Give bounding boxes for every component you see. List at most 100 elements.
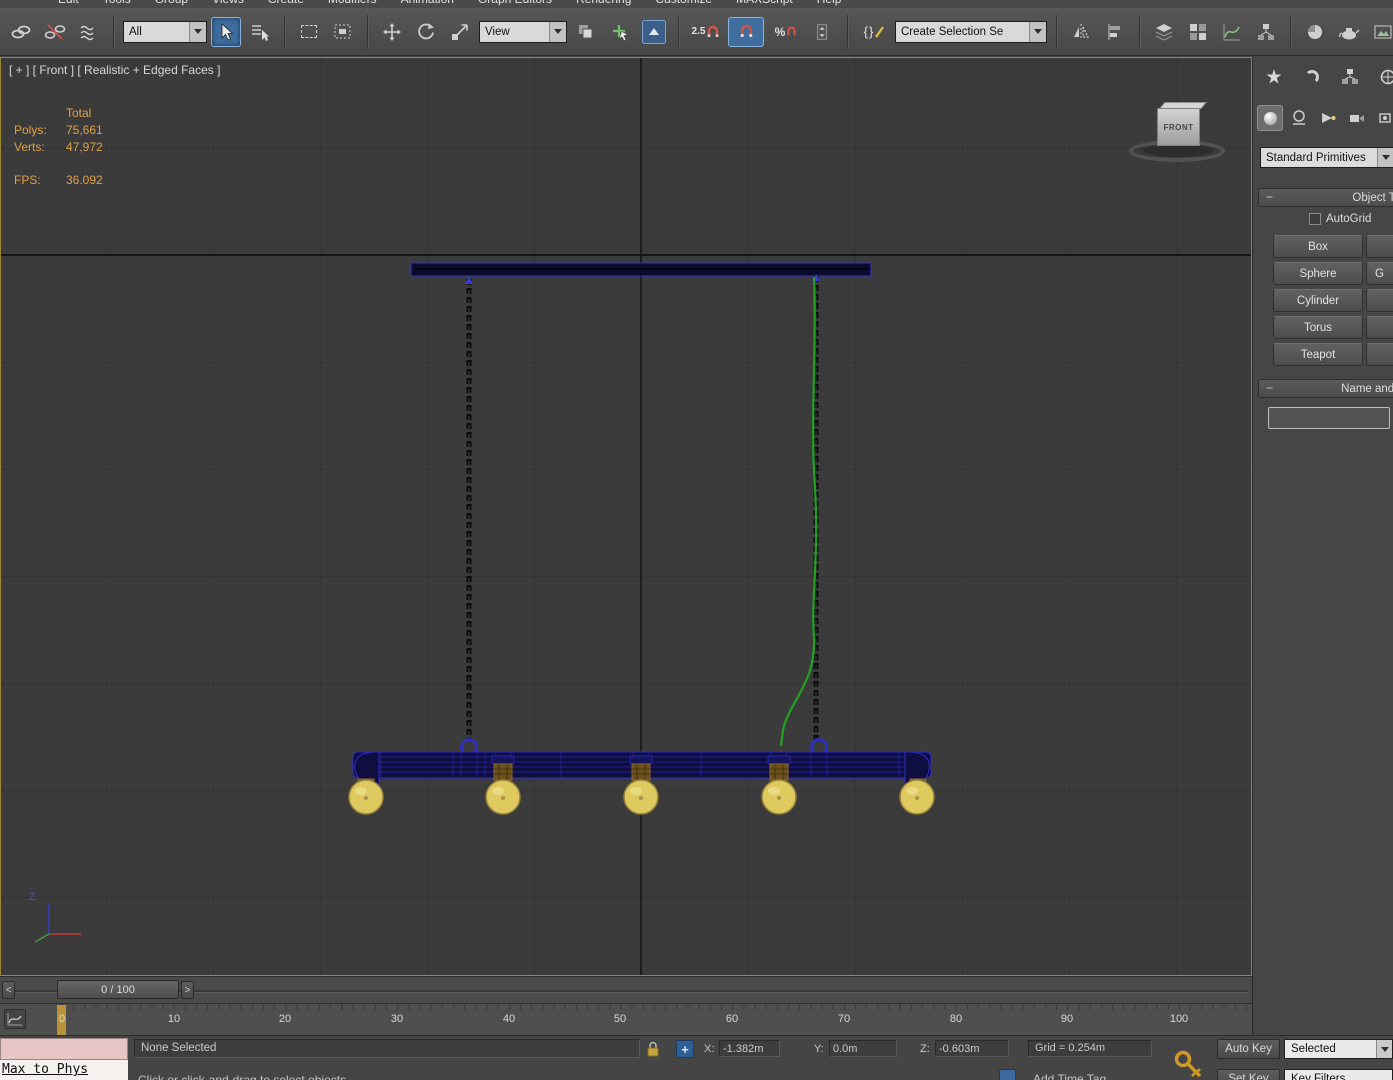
plane-button[interactable]: [1366, 343, 1393, 366]
set-keys-icon[interactable]: [1172, 1048, 1208, 1080]
frame-label: 80: [949, 1013, 963, 1025]
selection-filter-dropdown[interactable]: All: [123, 20, 207, 43]
menu-item-group[interactable]: Group: [155, 0, 188, 6]
cylinder-button-label: Cylinder: [1296, 294, 1340, 307]
macro-recorder-line[interactable]: [0, 1038, 128, 1060]
category-geometry-icon[interactable]: [1257, 105, 1283, 131]
name-and-color-rollout[interactable]: Name and Color: [1258, 379, 1393, 398]
viewport-label[interactable]: [ + ] [ Front ] [ Realistic + Edged Face…: [9, 63, 220, 77]
category-shapes-icon[interactable]: [1286, 105, 1312, 131]
selected-dropdown[interactable]: Selected: [1284, 1039, 1393, 1059]
window-crossing-toggle-icon[interactable]: [328, 17, 358, 47]
cone-button[interactable]: [1366, 235, 1393, 258]
y-coordinate-input[interactable]: [829, 1040, 897, 1057]
rectangular-selection-region-icon[interactable]: [294, 17, 324, 47]
select-and-move-icon[interactable]: [377, 17, 407, 47]
track-bar[interactable]: 0 10 20 30 40 50 60 70 80 90 100: [0, 1003, 1252, 1035]
stats-polys-value: 75,661: [66, 123, 103, 137]
graphite-modeling-tools-icon[interactable]: [1183, 17, 1213, 47]
stats-fps-label: FPS:: [14, 173, 41, 187]
category-cameras-icon[interactable]: [1344, 105, 1370, 131]
frame-label: 0: [58, 1013, 66, 1025]
menu-item-customize[interactable]: Customize: [655, 0, 712, 6]
geosphere-button[interactable]: G: [1366, 262, 1393, 285]
torus-button[interactable]: Torus: [1273, 316, 1363, 339]
modify-tab-icon[interactable]: [1297, 63, 1327, 91]
category-helpers-icon[interactable]: [1373, 105, 1393, 131]
menu-item-animation[interactable]: Animation: [401, 0, 454, 6]
previous-frame-button[interactable]: <: [2, 981, 15, 999]
rendered-frame-window-icon[interactable]: [1368, 17, 1393, 47]
pyramid-button[interactable]: [1366, 316, 1393, 339]
cylinder-button[interactable]: Cylinder: [1273, 289, 1363, 312]
sphere-button[interactable]: Sphere: [1273, 262, 1363, 285]
frame-label: 70: [837, 1013, 851, 1025]
primitive-category-dropdown[interactable]: Standard Primitives: [1260, 147, 1393, 168]
unlink-selection-icon[interactable]: [40, 17, 70, 47]
select-and-scale-icon[interactable]: [445, 17, 475, 47]
box-button[interactable]: Box: [1273, 235, 1363, 258]
open-mini-curve-editor-icon[interactable]: [4, 1009, 26, 1029]
key-filters-button[interactable]: Key Filters...: [1284, 1069, 1393, 1080]
keyboard-shortcut-override-icon[interactable]: [639, 17, 669, 47]
viewport-canvas[interactable]: [ + ] [ Front ] [ Realistic + Edged Face…: [0, 57, 1252, 976]
maxscript-mini-listener[interactable]: Max to Phys: [0, 1060, 128, 1080]
curve-editor-icon[interactable]: [1217, 17, 1247, 47]
set-key-button[interactable]: Set Key: [1217, 1069, 1280, 1080]
teapot-button[interactable]: Teapot: [1273, 343, 1363, 366]
tube-button[interactable]: [1366, 289, 1393, 312]
selection-lock-icon[interactable]: [645, 1040, 661, 1058]
edit-named-selection-sets-icon[interactable]: {}: [857, 17, 891, 47]
autogrid-checkbox-row[interactable]: AutoGrid: [1309, 213, 1371, 225]
use-pivot-point-center-icon[interactable]: [571, 17, 601, 47]
named-selection-set-dropdown[interactable]: Create Selection Se: [895, 20, 1047, 43]
motion-tab-icon[interactable]: [1373, 63, 1393, 91]
spinner-snap-toggle-icon[interactable]: [808, 17, 838, 47]
chevron-down-icon: [549, 21, 566, 42]
selection-filter-value: All: [129, 25, 142, 38]
autogrid-checkbox[interactable]: [1309, 213, 1321, 225]
select-and-link-icon[interactable]: [6, 17, 36, 47]
select-and-rotate-icon[interactable]: [411, 17, 441, 47]
select-object-button[interactable]: [211, 16, 241, 47]
time-slider[interactable]: < 0 / 100 >: [0, 976, 1252, 1003]
menu-item-edit[interactable]: Edit: [58, 0, 79, 6]
x-coordinate-input[interactable]: [719, 1040, 780, 1057]
auto-key-button[interactable]: Auto Key: [1217, 1039, 1280, 1059]
align-icon[interactable]: [1100, 17, 1130, 47]
object-type-rollout[interactable]: Object Type: [1258, 188, 1393, 207]
percent-snap-toggle-icon[interactable]: %: [768, 17, 804, 47]
angle-snap-toggle-icon[interactable]: [728, 16, 764, 47]
render-setup-icon[interactable]: [1334, 17, 1364, 47]
menu-item-create[interactable]: Create: [268, 0, 304, 6]
menu-item-modifiers[interactable]: Modifiers: [328, 0, 377, 6]
hierarchy-tab-icon[interactable]: [1335, 63, 1365, 91]
material-editor-icon[interactable]: [1300, 17, 1330, 47]
stats-fps-value: 36.092: [66, 173, 103, 187]
menu-item-tools[interactable]: Tools: [103, 0, 131, 6]
object-name-input[interactable]: [1268, 407, 1390, 429]
snaps-toggle-icon[interactable]: 2.5: [688, 17, 724, 47]
named-selection-set-value: Create Selection Se: [901, 25, 1004, 38]
menu-item-graph-editors[interactable]: Graph Editors: [478, 0, 552, 6]
z-coordinate-input[interactable]: [935, 1040, 1009, 1057]
menu-item-maxscript[interactable]: MAXScript: [736, 0, 793, 6]
create-tab-icon[interactable]: [1259, 63, 1289, 91]
layer-manager-icon[interactable]: [1149, 17, 1179, 47]
time-tag-icon[interactable]: [999, 1069, 1016, 1080]
schematic-view-icon[interactable]: [1251, 17, 1281, 47]
viewcube[interactable]: FRONT: [1157, 108, 1200, 146]
absolute-mode-toggle-icon[interactable]: +: [676, 1040, 694, 1058]
menu-item-help[interactable]: Help: [817, 0, 842, 6]
select-by-name-icon[interactable]: [245, 17, 275, 47]
next-frame-button[interactable]: >: [181, 981, 194, 999]
reference-coordinate-dropdown[interactable]: View: [479, 20, 567, 43]
time-slider-handle[interactable]: 0 / 100: [57, 980, 179, 999]
menu-item-views[interactable]: Views: [212, 0, 244, 6]
add-time-tag-label[interactable]: Add Time Tag: [1033, 1072, 1106, 1080]
category-lights-icon[interactable]: [1315, 105, 1341, 131]
menu-item-rendering[interactable]: Rendering: [576, 0, 631, 6]
select-and-manipulate-icon[interactable]: [605, 17, 635, 47]
bind-to-space-warp-icon[interactable]: [74, 17, 104, 47]
mirror-icon[interactable]: [1066, 17, 1096, 47]
